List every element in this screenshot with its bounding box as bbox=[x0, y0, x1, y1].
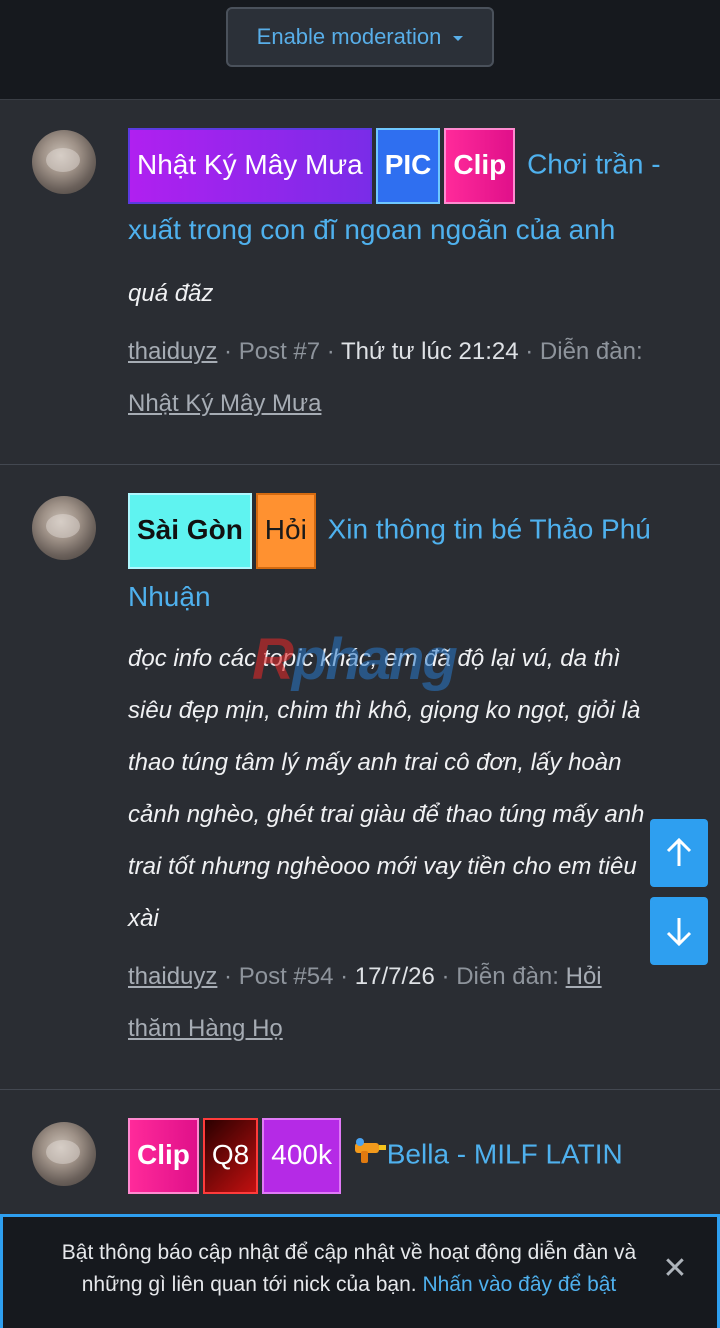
forum-link[interactable]: Hỏi bbox=[566, 963, 602, 990]
close-icon[interactable]: ✕ bbox=[661, 1254, 689, 1284]
notification-line-1: Bật thông báo cập nhật để cập nhật về ho… bbox=[61, 1241, 637, 1264]
post-number: Post #7 bbox=[238, 338, 321, 365]
caret-down-icon bbox=[453, 36, 464, 41]
prefix-tag[interactable]: Clip bbox=[444, 128, 516, 204]
search-result-item: Sài Gòn Hỏi Xin thông tin bé Thảo Phú Nhu… bbox=[0, 465, 720, 1090]
forum-label: Diễn đàn: bbox=[456, 963, 559, 990]
arrow-down-icon bbox=[666, 918, 692, 946]
thread-title-line-1[interactable]: Clip Q8 400k Bella - MILF LATIN bbox=[128, 1118, 690, 1194]
snippet-line: cảnh nghèo, ghét trai giàu để thao túng … bbox=[128, 801, 645, 828]
scroll-to-bottom-button[interactable] bbox=[650, 897, 708, 965]
forum-link[interactable]: Nhật Ký Mây Mưa bbox=[128, 390, 321, 417]
post-time: 17/7/26 bbox=[354, 963, 435, 990]
notification-line-2: những gì liên quan tới nick của bạn. Nhấ… bbox=[39, 1269, 659, 1301]
forum-line: thăm Hàng Họ bbox=[128, 1003, 692, 1055]
snippet-line: trai tốt nhưng nghèooo mới vay tiền cho … bbox=[128, 853, 637, 880]
enable-notifications-link[interactable]: Nhấn vào đây để bật bbox=[422, 1273, 616, 1296]
author-link[interactable]: thaiduyz bbox=[128, 338, 217, 365]
notification-banner: Bật thông báo cập nhật để cập nhật về ho… bbox=[0, 1214, 720, 1328]
enable-moderation-button[interactable]: Enable moderation bbox=[226, 7, 494, 67]
enable-moderation-label: Enable moderation bbox=[256, 24, 442, 49]
arrow-up-icon bbox=[666, 838, 692, 866]
prefix-tag[interactable]: Hỏi bbox=[255, 493, 316, 569]
scroll-to-top-button[interactable] bbox=[650, 819, 708, 887]
notification-text: Bật thông báo cập nhật để cập nhật về ho… bbox=[39, 1237, 659, 1301]
thread-title-line-1[interactable]: Sài Gòn Hỏi Xin thông tin bé Thảo Phú bbox=[128, 493, 690, 569]
author-link[interactable]: thaiduyz bbox=[128, 963, 217, 990]
forum-line: Nhật Ký Mây Mưa bbox=[128, 378, 692, 430]
notification-line-2-text: những gì liên quan tới nick của bạn. bbox=[81, 1273, 417, 1296]
watermark-logo: Rphang bbox=[252, 627, 458, 692]
thread-title-text[interactable]: Xin thông tin bé Thảo Phú bbox=[328, 513, 651, 544]
thread-title-text[interactable]: Chơi trần - bbox=[527, 148, 661, 179]
avatar[interactable] bbox=[32, 130, 96, 194]
prefix-tag[interactable]: 400k bbox=[262, 1118, 341, 1194]
thread-title-line-2[interactable]: Nhuận bbox=[128, 563, 690, 631]
prefix-tag[interactable]: Clip bbox=[128, 1118, 199, 1194]
prefix-tag[interactable]: PIC bbox=[375, 128, 441, 204]
post-meta: thaiduyz · Post #54 · 17/7/26 · Diễn đàn… bbox=[128, 963, 602, 990]
snippet-line: siêu đẹp mịn, chim thì khô, giọng ko ngọ… bbox=[128, 697, 641, 724]
avatar[interactable] bbox=[32, 1122, 96, 1186]
search-result-item: Nhật Ký Mây Mưa PIC Clip Chơi trần - xuất … bbox=[0, 100, 720, 465]
snippet-line: thao túng tâm lý mấy anh trai cô đơn, lấ… bbox=[128, 749, 622, 776]
avatar[interactable] bbox=[32, 496, 96, 560]
water-gun-icon bbox=[353, 1122, 387, 1190]
forum-label: Diễn đàn: bbox=[539, 338, 643, 365]
forum-link-continued[interactable]: thăm Hàng Họ bbox=[128, 1015, 283, 1042]
prefix-tag[interactable]: Nhật Ký Mây Mưa bbox=[128, 128, 372, 204]
thread-title-line-2[interactable]: xuất trong con đĩ ngoan ngoãn của anh bbox=[128, 196, 690, 264]
post-time: Thứ tư lúc 21:24 bbox=[341, 338, 519, 365]
post-meta: thaiduyz · Post #7 · Thứ tư lúc 21:24 · … bbox=[128, 338, 643, 365]
top-bar: Enable moderation bbox=[0, 0, 720, 100]
prefix-tag[interactable]: Q8 bbox=[202, 1118, 259, 1194]
post-snippet: quá đãz bbox=[128, 280, 214, 307]
post-number: Post #54 bbox=[238, 963, 334, 990]
thread-title-line-1[interactable]: Nhật Ký Mây Mưa PIC Clip Chơi trần - bbox=[128, 128, 690, 204]
prefix-tag[interactable]: Sài Gòn bbox=[128, 493, 252, 569]
thread-title-text[interactable]: Bella - MILF LATIN bbox=[387, 1138, 623, 1169]
snippet-line: xài bbox=[128, 905, 159, 932]
